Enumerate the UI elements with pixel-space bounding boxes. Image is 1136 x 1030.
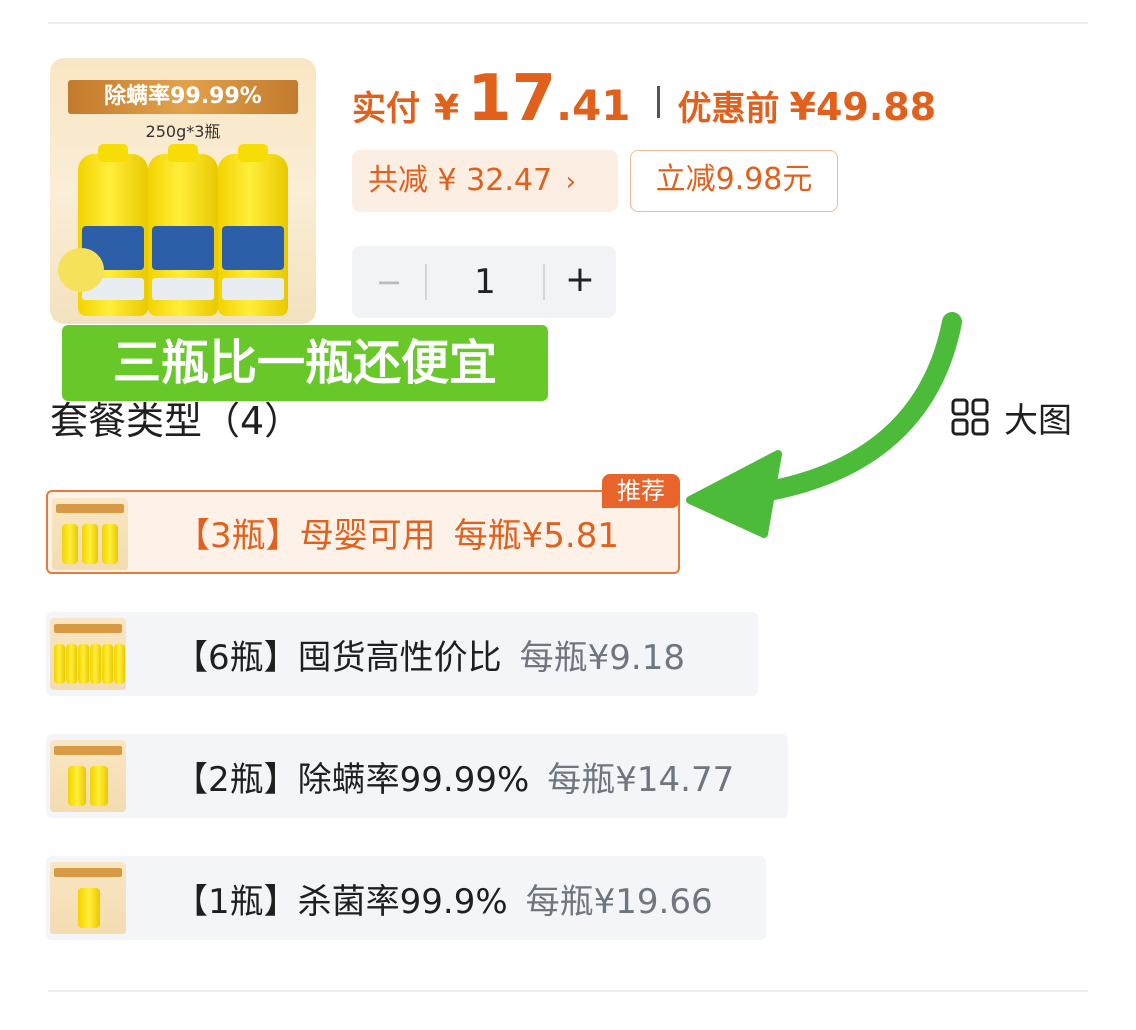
total-discount-chip[interactable]: 共减 ¥ 32.47 ›: [352, 150, 618, 212]
package-unit-price: 每瓶¥5.81: [453, 515, 619, 556]
decrease-button[interactable]: −: [352, 246, 426, 318]
top-divider: [48, 22, 1088, 24]
quantity-stepper: − 1 +: [352, 246, 616, 318]
price-integer: 17: [467, 62, 557, 136]
original-price-label: 优惠前: [677, 89, 780, 129]
package-unit-price: 每瓶¥14.77: [547, 759, 735, 800]
product-image[interactable]: 除螨率99.99% 250g*3瓶: [50, 58, 316, 324]
paid-label: 实付: [352, 89, 420, 129]
promo-banner: 三瓶比一瓶还便宜: [62, 325, 548, 401]
annotation-arrow-icon: [686, 312, 962, 538]
bottle-image: [78, 144, 148, 316]
package-thumbnail: [52, 498, 128, 570]
image-ribbon: 除螨率99.99%: [68, 80, 298, 114]
package-thumbnail: [50, 740, 126, 812]
image-spec: 250g*3瓶: [145, 122, 221, 141]
original-price: ¥49.88: [789, 85, 937, 129]
price-separator: [656, 86, 660, 118]
price-row: 实付 ¥ 17 .41 优惠前 ¥49.88: [352, 62, 936, 142]
package-option-2[interactable]: 【2瓶】除螨率99.99% 每瓶¥14.77: [46, 734, 788, 818]
package-name: 【1瓶】杀菌率99.9%: [174, 881, 508, 922]
package-option-6[interactable]: 【6瓶】囤货高性价比 每瓶¥9.18: [46, 612, 758, 696]
package-thumbnail: [50, 862, 126, 934]
package-name: 【3瓶】母婴可用: [176, 515, 436, 556]
increase-button[interactable]: +: [544, 246, 616, 318]
bottle-image: [218, 144, 288, 316]
package-thumbnail: [50, 618, 126, 690]
package-unit-price: 每瓶¥19.66: [525, 881, 713, 922]
package-name: 【2瓶】除螨率99.99%: [174, 759, 530, 800]
quantity-value[interactable]: 1: [426, 246, 544, 318]
package-unit-price: 每瓶¥9.18: [519, 637, 685, 678]
package-option-3[interactable]: 【3瓶】母婴可用 每瓶¥5.81: [46, 490, 680, 574]
instant-discount-chip: 立减9.98元: [630, 150, 838, 212]
currency-symbol: ¥: [434, 88, 460, 129]
package-name: 【6瓶】囤货高性价比: [174, 637, 502, 678]
package-option-1[interactable]: 【1瓶】杀菌率99.9% 每瓶¥19.66: [46, 856, 766, 940]
total-discount-text: 共减 ¥ 32.47: [368, 163, 553, 198]
price-decimal: .41: [556, 81, 631, 130]
chevron-right-icon: ›: [565, 167, 576, 197]
lemon-image: [58, 248, 104, 292]
bottom-divider: [48, 990, 1088, 992]
big-view-label: 大图: [1004, 400, 1072, 441]
bottle-image: [148, 144, 218, 316]
